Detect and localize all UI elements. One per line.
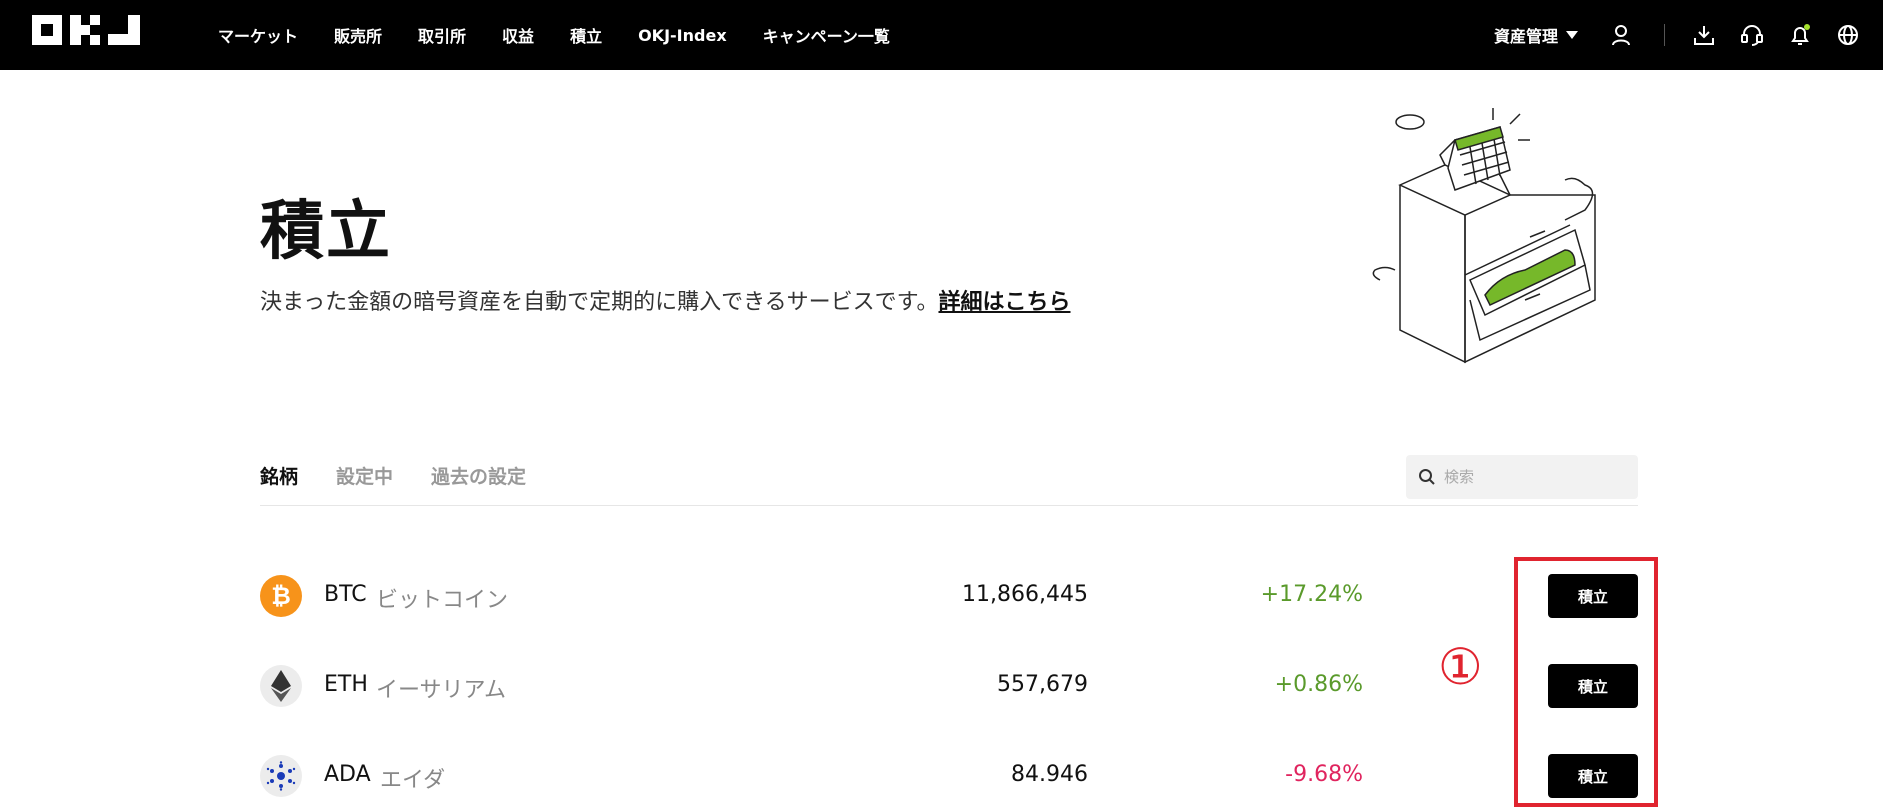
nav-item-earn[interactable]: 収益 (502, 23, 534, 47)
svg-text:₿: ₿ (271, 582, 291, 610)
coin-row-btc: ₿ BTC ビットコイン 11,866,445 +17.24% 積立 (260, 570, 1638, 620)
main-nav: マーケット 販売所 取引所 収益 積立 OKJ-Index キャンペーン一覧 (218, 0, 926, 70)
coin-price: 11,866,445 (962, 582, 1088, 607)
nav-divider (1664, 24, 1665, 46)
asset-management-dropdown[interactable]: 資産管理 (1494, 23, 1578, 47)
page-title: 積立 (260, 195, 392, 269)
coin-row-ada: ADA エイダ 84.946 -9.68% 積立 (260, 750, 1638, 800)
download-icon[interactable] (1691, 22, 1717, 48)
user-icon[interactable] (1608, 22, 1634, 48)
top-navbar: マーケット 販売所 取引所 収益 積立 OKJ-Index キャンペーン一覧 資… (0, 0, 1883, 70)
asset-management-label: 資産管理 (1493, 27, 1558, 46)
coin-symbol: ETH (324, 672, 368, 697)
support-headset-icon[interactable] (1739, 22, 1765, 48)
coin-row-eth: ETH イーサリアム 557,679 +0.86% 積立 (260, 660, 1638, 710)
tab-past-settings[interactable]: 過去の設定 (431, 462, 526, 489)
tab-active-settings[interactable]: 設定中 (336, 462, 393, 489)
annotation-number: ① (1438, 638, 1483, 696)
recurring-purchase-illustration (1360, 100, 1630, 370)
annotation-highlight-box (1514, 557, 1658, 807)
coin-price: 557,679 (997, 672, 1088, 697)
search-box[interactable] (1406, 455, 1638, 499)
caret-down-icon (1566, 31, 1578, 39)
coin-name: ビットコイン (376, 588, 509, 613)
nav-item-market[interactable]: マーケット (218, 23, 298, 47)
ada-icon (260, 755, 302, 797)
search-input[interactable] (1444, 468, 1624, 486)
coin-change: -9.68% (1285, 762, 1363, 787)
coin-price: 84.946 (1011, 762, 1088, 787)
tab-symbols[interactable]: 銘柄 (260, 462, 298, 489)
nav-item-store[interactable]: 販売所 (334, 23, 382, 47)
btc-icon: ₿ (260, 575, 302, 617)
right-nav: 資産管理 (1494, 0, 1883, 70)
coin-symbol: BTC (324, 582, 367, 607)
bell-icon[interactable] (1787, 22, 1813, 48)
nav-item-campaigns[interactable]: キャンペーン一覧 (763, 23, 890, 47)
nav-item-recurring[interactable]: 積立 (570, 23, 602, 47)
coin-change: +17.24% (1260, 582, 1363, 607)
nav-item-exchange[interactable]: 取引所 (418, 23, 466, 47)
search-icon (1419, 469, 1435, 485)
okj-logo[interactable] (32, 15, 142, 45)
coin-name: イーサリアム (376, 678, 507, 703)
page-description-text: 決まった金額の暗号資産を自動で定期的に購入できるサービスです。 (260, 290, 939, 315)
eth-icon (260, 665, 302, 707)
coin-tabs: 銘柄 設定中 過去の設定 (260, 462, 564, 489)
globe-icon[interactable] (1835, 22, 1861, 48)
coin-change: +0.86% (1274, 672, 1363, 697)
nav-item-okj-index[interactable]: OKJ-Index (638, 26, 727, 45)
coin-name: エイダ (380, 768, 446, 793)
details-link[interactable]: 詳細はこちら (938, 290, 1070, 315)
coin-symbol: ADA (324, 762, 371, 787)
tabs-divider (260, 505, 1638, 506)
page-description: 決まった金額の暗号資産を自動で定期的に購入できるサービスです。詳細はこちら (260, 284, 1071, 316)
